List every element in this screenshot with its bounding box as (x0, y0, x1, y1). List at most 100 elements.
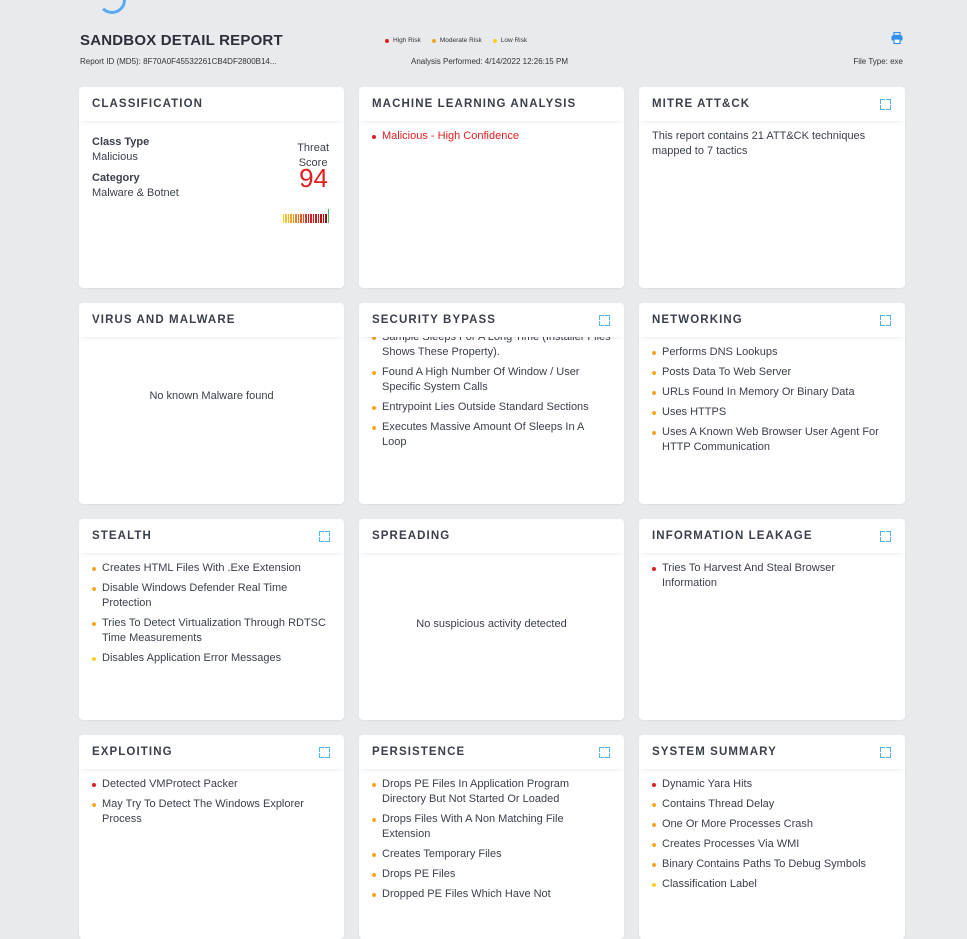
card-header: SPREADING (359, 519, 624, 553)
card-title: MITRE ATT&CK (652, 98, 751, 110)
class-type-value: Malicious (92, 151, 138, 163)
list-item: Uses HTTPS (652, 405, 892, 420)
networking-card: NETWORKING Performs DNS Lookups Posts Dat… (639, 303, 905, 504)
card-header: CLASSIFICATION (79, 87, 344, 121)
expand-icon[interactable] (880, 746, 891, 758)
gauge-tick (290, 214, 292, 223)
mitre-card: MITRE ATT&CK This report contains 21 ATT… (639, 87, 905, 288)
list-item: Executes Massive Amount Of Sleeps In A L… (372, 420, 611, 450)
gauge-tick (282, 214, 285, 223)
list-item: Tries To Detect Virtualization Through R… (92, 616, 331, 646)
card-body: Class Type Malicious Category Malware & … (79, 121, 344, 263)
expand-icon[interactable] (319, 530, 330, 542)
card-header: PERSISTENCE (359, 735, 624, 769)
card-body: Tries To Harvest And Steal Browser Infor… (639, 553, 905, 719)
legend-label: Low Risk (500, 37, 528, 44)
report-id: Report ID (MD5): 8F70A0F45532261CB4DF280… (80, 57, 277, 66)
list-item: Drops PE Files (372, 867, 611, 882)
page-title: SANDBOX DETAIL REPORT (80, 32, 283, 49)
item-list[interactable]: Performs DNS Lookups Posts Data To Web Se… (652, 345, 892, 455)
card-body: Performs DNS Lookups Posts Data To Web Se… (639, 337, 905, 503)
classification-content: Class Type Malicious Category Malware & … (92, 135, 331, 255)
list-item: Entrypoint Lies Outside Standard Section… (372, 400, 611, 415)
card-title: NETWORKING (652, 314, 743, 326)
low-risk-dot-icon (492, 38, 497, 43)
moderate-risk-dot-icon (431, 38, 436, 43)
threat-score-value: 94 (299, 163, 328, 193)
gauge-tick (295, 214, 297, 223)
threat-score-gauge (282, 209, 329, 223)
list-item: Dropped PE Files Which Have Not (372, 887, 611, 902)
list-item: Creates HTML Files With .Exe Extension (92, 561, 331, 576)
card-header: NETWORKING (639, 303, 905, 337)
list-item: URLs Found In Memory Or Binary Data (652, 385, 892, 400)
gauge-tick (315, 214, 317, 223)
card-title: SECURITY BYPASS (372, 314, 497, 326)
item-list[interactable]: Detected VMProtect Packer May Try To Dete… (92, 777, 331, 827)
list-item: May Try To Detect The Windows Explorer P… (92, 797, 331, 827)
category-label: Category (92, 172, 140, 184)
legend-label: High Risk (393, 37, 421, 44)
legend-low: Low Risk (492, 37, 528, 44)
card-header: MACHINE LEARNING ANALYSIS (359, 87, 624, 121)
gauge-tick (322, 214, 325, 223)
gauge-tick (325, 214, 327, 223)
list-item: Detected VMProtect Packer (92, 777, 331, 792)
expand-icon[interactable] (880, 314, 891, 326)
item-list[interactable]: Dynamic Yara Hits Contains Thread Delay On… (652, 777, 892, 892)
item-list: Malicious - High Confidence (372, 129, 611, 144)
card-body: No suspicious activity detected (359, 553, 624, 719)
list-item: Creates Temporary Files (372, 847, 611, 862)
card-header: SECURITY BYPASS (359, 303, 624, 337)
card-title: MACHINE LEARNING ANALYSIS (372, 98, 577, 110)
expand-icon[interactable] (599, 746, 610, 758)
risk-legend: High Risk Moderate Risk Low Risk (385, 37, 527, 44)
item-list[interactable]: Tries To Harvest And Steal Browser Infor… (652, 561, 892, 591)
information-leakage-card: INFORMATION LEAKAGE Tries To Harvest And… (639, 519, 905, 720)
list-item: Tries To Harvest And Steal Browser Infor… (652, 561, 892, 591)
report-header: SANDBOX DETAIL REPORT High Risk Moderate… (79, 28, 905, 76)
item-list[interactable]: Drops PE Files In Application Program Di… (372, 777, 611, 902)
expand-icon[interactable] (599, 314, 610, 326)
exploiting-card: EXPLOITING Detected VMProtect Packer May … (79, 735, 344, 939)
list-item: Contains Thread Delay (652, 797, 892, 812)
empty-message: No suspicious activity detected (416, 618, 567, 630)
legend-high: High Risk (385, 37, 421, 44)
card-body: Detected VMProtect Packer May Try To Dete… (79, 769, 344, 935)
item-list[interactable]: Creates HTML Files With .Exe Extension Di… (92, 561, 331, 666)
expand-icon[interactable] (880, 530, 891, 542)
class-type-label: Class Type (92, 136, 150, 148)
list-item: Sample Sleeps For A Long Time (Installer… (372, 337, 611, 360)
list-item: Posts Data To Web Server (652, 365, 892, 380)
legend-moderate: Moderate Risk (431, 37, 482, 44)
expand-icon[interactable] (319, 746, 330, 758)
card-title: SPREADING (372, 530, 451, 542)
empty-message: No known Malware found (149, 390, 274, 402)
card-title: INFORMATION LEAKAGE (652, 530, 813, 542)
gauge-tick (327, 209, 329, 223)
list-item: Creates Processes Via WMI (652, 837, 892, 852)
gauge-tick (297, 214, 300, 223)
card-header: EXPLOITING (79, 735, 344, 769)
gauge-tick (317, 214, 320, 223)
gauge-tick (305, 214, 307, 223)
high-risk-dot-icon (385, 38, 389, 43)
stealth-card: STEALTH Creates HTML Files With .Exe Ext… (79, 519, 344, 720)
expand-icon[interactable] (880, 98, 891, 110)
printer-icon[interactable] (891, 32, 903, 44)
list-item: One Or More Processes Crash (652, 817, 892, 832)
logo-icon (98, 0, 126, 14)
gauge-tick (292, 214, 295, 223)
card-body: Dynamic Yara Hits Contains Thread Delay On… (639, 769, 905, 939)
mitre-summary: This report contains 21 ATT&CK technique… (652, 130, 866, 157)
category-value: Malware & Botnet (92, 187, 179, 199)
card-title: SYSTEM SUMMARY (652, 746, 777, 758)
list-item: Performs DNS Lookups (652, 345, 892, 360)
card-header: VIRUS AND MALWARE (79, 303, 344, 337)
card-body: Sample Sleeps For A Long Time (Installer… (359, 337, 624, 503)
gauge-tick (310, 214, 312, 223)
threat-label-line: Threat (297, 142, 329, 154)
gauge-tick (320, 214, 322, 223)
gauge-tick (285, 214, 287, 223)
item-list[interactable]: Sample Sleeps For A Long Time (Installer… (372, 337, 611, 455)
